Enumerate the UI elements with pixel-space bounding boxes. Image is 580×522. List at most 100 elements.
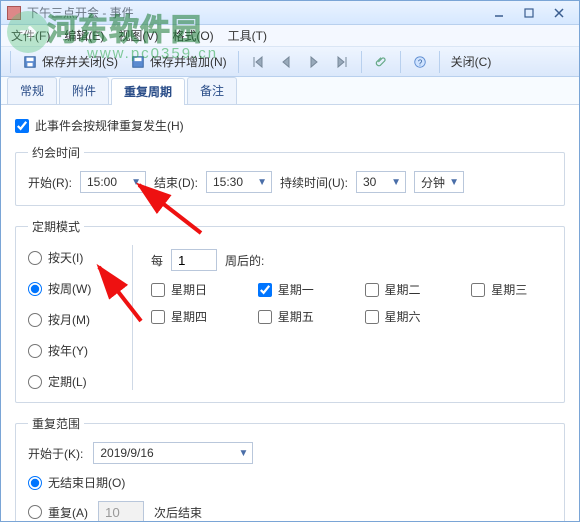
weeks-of-label: 周后的: [225,252,264,269]
range-repeat[interactable]: 重复(A) [28,504,88,521]
range-legend: 重复范围 [28,415,84,432]
pattern-monthly[interactable]: 按月(M) [28,311,114,328]
checkbox-sun[interactable] [151,283,165,297]
save-add-label: 保存并增加(N) [150,53,227,70]
appointment-time-group: 约会时间 开始(R): 15:00▼ 结束(D): 15:30▼ 持续时间(U)… [15,144,565,206]
paperclip-icon [373,54,389,70]
radio-noend[interactable] [28,476,42,490]
range-start-date[interactable]: 2019/9/16▼ [93,442,253,464]
day-fri[interactable]: 星期五 [258,308,339,325]
duration-label: 持续时间(U): [280,174,348,191]
repeat-suffix: 次后结束 [154,504,202,521]
save-close-button[interactable]: 保存并关闭(S) [18,51,122,72]
duration-select[interactable]: 30▼ [356,171,406,193]
checkbox-tue[interactable] [365,283,379,297]
menubar: 文件(F) 编辑(E) 视图(V) 格式(O) 工具(T) [1,25,579,47]
save-add-button[interactable]: 保存并增加(N) [126,51,231,72]
chevron-down-icon: ▼ [391,177,401,188]
every-label: 每 [151,252,163,269]
pattern-divider [132,245,133,390]
chevron-down-icon: ▼ [449,177,459,188]
pattern-group: 定期模式 按天(I) 按周(W) 按月(M) 按年(Y) 定期(L) 每 周后的… [15,218,565,403]
tab-attachments[interactable]: 附件 [59,77,109,104]
radio-monthly[interactable] [28,313,42,327]
end-label: 结束(D): [154,174,198,191]
start-time-select[interactable]: 15:00▼ [80,171,146,193]
start-label: 开始(R): [28,174,72,191]
menu-format[interactable]: 格式(O) [172,27,213,44]
day-sat[interactable]: 星期六 [365,308,446,325]
day-wed[interactable]: 星期三 [471,281,552,298]
weekly-detail: 每 周后的: 星期日 星期一 星期二 星期三 星期四 星期五 星期六 [151,245,552,390]
radio-daily[interactable] [28,251,42,265]
pattern-fixed[interactable]: 定期(L) [28,373,114,390]
nav-first-button[interactable] [246,52,270,72]
nav-next-button[interactable] [302,52,326,72]
pattern-daily[interactable]: 按天(I) [28,249,114,266]
attach-button[interactable] [369,52,393,72]
radio-yearly[interactable] [28,344,42,358]
range-group: 重复范围 开始于(K): 2019/9/16▼ 无结束日期(O) 重复(A) 次… [15,415,565,521]
recur-enable-text: 此事件会按规律重复发生(H) [35,117,184,134]
recur-enable-checkbox[interactable] [15,119,29,133]
pattern-yearly[interactable]: 按年(Y) [28,342,114,359]
pattern-radio-col: 按天(I) 按周(W) 按月(M) 按年(Y) 定期(L) [28,245,114,390]
maximize-button[interactable] [515,4,543,22]
tab-general[interactable]: 常规 [7,77,57,104]
menu-view[interactable]: 视图(V) [118,27,158,44]
menu-tools[interactable]: 工具(T) [228,27,267,44]
range-noend[interactable]: 无结束日期(O) [28,474,125,491]
close-event-label: 关闭(C) [451,53,492,70]
nav-prev-button[interactable] [274,52,298,72]
titlebar: 下午三点开会 - 事件 [1,1,579,25]
pattern-weekly[interactable]: 按周(W) [28,280,114,297]
prev-icon [278,54,294,70]
save-add-icon [130,54,146,70]
checkbox-fri[interactable] [258,310,272,324]
toolbar-sep5 [439,51,440,73]
close-event-button[interactable]: 关闭(C) [447,51,496,72]
minimize-button[interactable] [485,4,513,22]
recur-enable-label[interactable]: 此事件会按规律重复发生(H) [15,117,565,134]
day-mon[interactable]: 星期一 [258,281,339,298]
radio-repeat[interactable] [28,505,42,519]
end-time-select[interactable]: 15:30▼ [206,171,272,193]
checkbox-wed[interactable] [471,283,485,297]
duration-unit-select[interactable]: 分钟▼ [414,171,464,193]
nav-last-button[interactable] [330,52,354,72]
chevron-down-icon: ▼ [257,177,267,188]
chevron-down-icon: ▼ [131,177,141,188]
checkbox-mon[interactable] [258,283,272,297]
tab-recurrence[interactable]: 重复周期 [111,78,185,105]
menu-file[interactable]: 文件(F) [11,27,50,44]
recur-enable-row: 此事件会按规律重复发生(H) [15,117,565,134]
save-icon [22,54,38,70]
help-icon: ? [412,54,428,70]
app-icon [7,6,21,20]
radio-weekly[interactable] [28,282,42,296]
toolbar: 保存并关闭(S) 保存并增加(N) ? 关闭(C) [1,47,579,77]
toolbar-sep4 [400,51,401,73]
day-thu[interactable]: 星期四 [151,308,232,325]
help-button[interactable]: ? [408,52,432,72]
svg-text:?: ? [417,58,422,67]
checkbox-sat[interactable] [365,310,379,324]
next-icon [306,54,322,70]
app-window: 下午三点开会 - 事件 文件(F) 编辑(E) 视图(V) 格式(O) 工具(T… [0,0,580,522]
every-n-input[interactable] [171,249,217,271]
toolbar-sep2 [238,51,239,73]
pattern-legend: 定期模式 [28,218,84,235]
day-sun[interactable]: 星期日 [151,281,232,298]
menu-edit[interactable]: 编辑(E) [64,27,104,44]
checkbox-thu[interactable] [151,310,165,324]
close-button[interactable] [545,4,573,22]
toolbar-sep3 [361,51,362,73]
radio-fixed[interactable] [28,375,42,389]
repeat-count-input [98,501,144,521]
first-icon [250,54,266,70]
tab-notes[interactable]: 备注 [187,77,237,104]
range-start-label: 开始于(K): [28,445,83,462]
tab-bar: 常规 附件 重复周期 备注 [1,77,579,105]
window-title: 下午三点开会 - 事件 [27,4,483,21]
day-tue[interactable]: 星期二 [365,281,446,298]
